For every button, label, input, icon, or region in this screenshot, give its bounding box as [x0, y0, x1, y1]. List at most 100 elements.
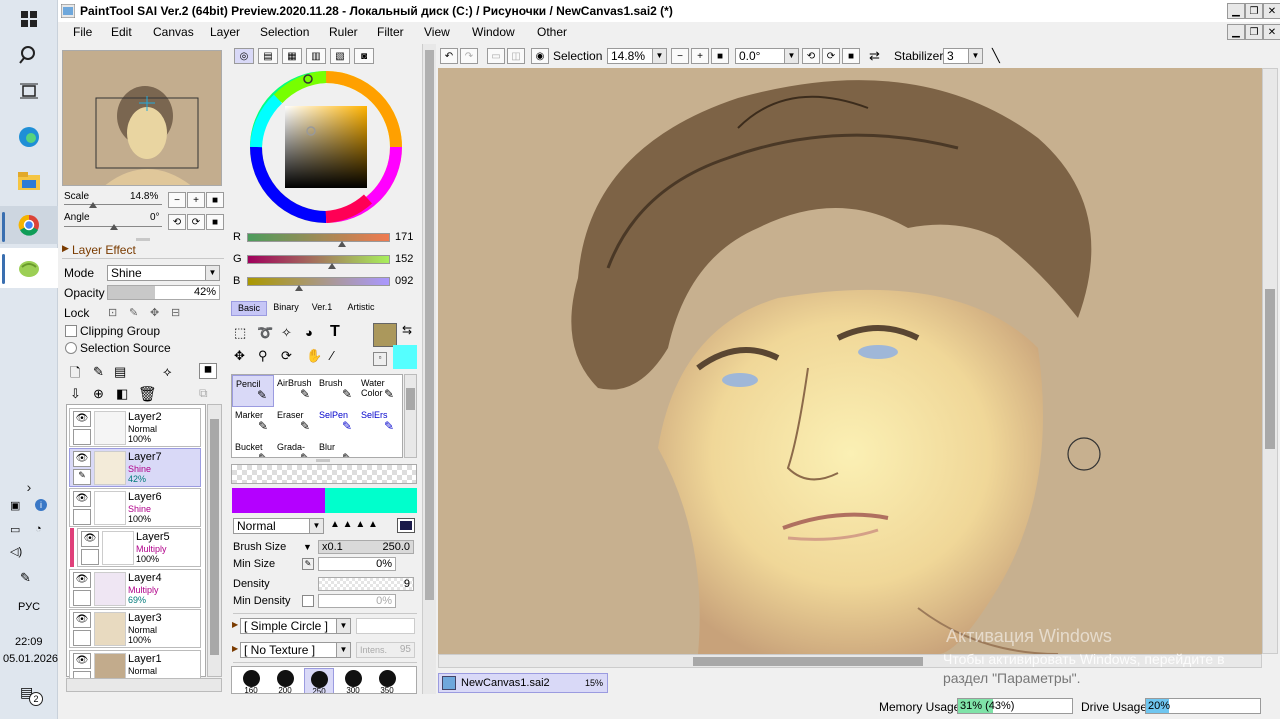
tool-selpen[interactable]: SelPen ✎ — [316, 407, 358, 439]
r-slider-thumb[interactable] — [338, 241, 346, 247]
zoom-reset-icon[interactable]: ■ — [711, 48, 729, 64]
lasso-icon[interactable]: ➰ — [257, 325, 273, 341]
tool-selers[interactable]: SelErs ✎ — [358, 407, 400, 439]
menu-window[interactable]: Window — [472, 25, 515, 39]
pencil-icon[interactable]: ✎ — [73, 469, 91, 485]
menu-canvas[interactable]: Canvas — [153, 25, 194, 39]
pressure-density-checkbox[interactable] — [302, 595, 314, 607]
menu-ruler[interactable]: Ruler — [329, 25, 358, 39]
undo-icon[interactable]: ↶ — [440, 48, 458, 64]
palette-swatch-teal[interactable] — [325, 488, 417, 513]
select-layer-icon[interactable]: ◕ — [305, 325, 313, 340]
panel-scroll-thumb[interactable] — [425, 50, 434, 600]
blend-mode-combo[interactable]: Shine ▼ — [107, 265, 220, 281]
layer-lock-slot[interactable] — [81, 549, 99, 565]
eye-icon[interactable]: 👁 — [73, 411, 91, 427]
tool-grada-[interactable]: Grada- ✎ — [274, 439, 316, 457]
min-density-slider[interactable]: 0% — [318, 594, 396, 608]
palette-tab-icon[interactable]: ◙ — [354, 48, 374, 64]
new-linework-layer-icon[interactable]: ✎ — [93, 364, 104, 380]
swatches-tab-icon[interactable]: ▥ — [306, 48, 326, 64]
edge-browser-icon[interactable] — [14, 122, 44, 152]
tool-marker[interactable]: Marker ✎ — [232, 407, 274, 439]
tab-artistic[interactable]: Artistic — [340, 301, 382, 316]
move-tool-icon[interactable]: ✥ — [234, 348, 245, 364]
canvas-hscroll-thumb[interactable] — [693, 657, 923, 666]
apply-mask-icon[interactable]: ⧉ — [199, 386, 208, 401]
tool-airbrush[interactable]: AirBrush ✎ — [274, 375, 316, 407]
file-explorer-icon[interactable] — [14, 166, 44, 196]
tool-pencil[interactable]: Pencil ✎ — [232, 375, 274, 407]
min-size-slider[interactable]: 0% — [318, 557, 396, 571]
brush-shape-arrow-icon[interactable]: ▶ — [232, 620, 238, 629]
menu-view[interactable]: View — [424, 25, 450, 39]
language-indicator[interactable]: РУС — [18, 601, 40, 613]
scratch-swatches[interactable] — [231, 464, 417, 484]
rotate-reset-icon[interactable]: ■ — [206, 214, 224, 230]
new-folder-icon[interactable]: ▤ — [114, 364, 126, 380]
canvas-vscroll-thumb[interactable] — [1265, 289, 1275, 449]
rotate-tool-icon[interactable]: ⟳ — [281, 348, 292, 364]
rotate-ccw-icon[interactable]: ⟲ — [168, 214, 186, 230]
rotation-combo[interactable]: 0.0° ▼ — [735, 48, 799, 64]
menu-other[interactable]: Other — [537, 25, 567, 39]
painttool-sai-icon[interactable] — [0, 248, 58, 288]
brush-size-dropdown-icon[interactable]: ▼ — [303, 542, 312, 552]
layer-lock-slot[interactable] — [73, 630, 91, 646]
canvas-tab[interactable]: NewCanvas1.sai2 15% — [438, 673, 608, 693]
texture-intensity[interactable]: Intens. 95 — [356, 642, 415, 658]
rect-select-icon[interactable]: ⬚ — [234, 325, 246, 341]
zoom-out-icon[interactable]: − — [671, 48, 689, 64]
brush-size-slider[interactable]: x0.1 250.0 — [318, 540, 414, 554]
tab-binary[interactable]: Binary — [268, 301, 304, 316]
close-button[interactable]: ✕ — [1263, 3, 1280, 19]
clipping-group-checkbox[interactable] — [65, 325, 77, 337]
layer-lock-slot[interactable] — [73, 509, 91, 525]
eye-icon[interactable]: 👁 — [73, 653, 91, 669]
eye-icon[interactable]: 👁 — [73, 612, 91, 628]
g-slider[interactable] — [247, 255, 390, 264]
layer-row[interactable]: 👁 Layer3 Normal 100% — [69, 609, 201, 648]
mdi-restore-button[interactable]: ❐ — [1245, 24, 1263, 40]
eye-icon[interactable]: 👁 — [73, 451, 91, 467]
rotate-cw-icon[interactable]: ⟳ — [822, 48, 840, 64]
wifi-icon[interactable]: ◔ — [35, 523, 42, 535]
info-icon[interactable]: i — [35, 499, 47, 511]
rgb-slider-tab-icon[interactable]: ▤ — [258, 48, 278, 64]
palette-swatch-violet[interactable] — [232, 488, 325, 513]
color-wheel-tab-icon[interactable]: ◎ — [234, 48, 254, 64]
menu-layer[interactable]: Layer — [210, 25, 240, 39]
minimize-button[interactable]: ▁ — [1227, 3, 1245, 19]
search-icon[interactable] — [14, 40, 44, 70]
line-tool-icon[interactable]: ╲ — [992, 48, 1000, 64]
transparent-color-icon[interactable]: ▫ — [373, 352, 387, 366]
clear-layer-icon[interactable]: ◧ — [116, 386, 128, 402]
mdi-close-button[interactable]: ✕ — [1263, 24, 1280, 40]
tool-water-color[interactable]: Water Color ✎ — [358, 375, 400, 407]
scratchpad-tab-icon[interactable]: ▧ — [330, 48, 350, 64]
texture-arrow-icon[interactable]: ▶ — [232, 644, 238, 653]
panel-scrollbar[interactable] — [422, 44, 436, 694]
zoom-combo[interactable]: 14.8% ▼ — [607, 48, 667, 64]
lock-all-icon[interactable]: ⊟ — [171, 306, 180, 319]
camera-icon[interactable]: ▣ — [10, 499, 20, 512]
layer-row[interactable]: 👁 Layer4 Multiply 69% — [69, 569, 201, 608]
primary-color-swatch[interactable] — [373, 323, 397, 347]
layer-effect-title[interactable]: Layer Effect — [72, 243, 136, 257]
pen-input-icon[interactable]: ✎ — [20, 570, 31, 586]
clock-time[interactable]: 22:09 — [15, 636, 43, 648]
layer-scroll-thumb[interactable] — [210, 419, 219, 655]
zoom-out-icon[interactable]: − — [168, 192, 186, 208]
brush-size-preset[interactable]: 250 — [304, 668, 334, 693]
chrome-icon[interactable] — [0, 206, 58, 244]
zoom-tool-icon[interactable]: ⚲ — [258, 348, 268, 364]
eye-icon[interactable]: 👁 — [73, 572, 91, 588]
selection-eye-icon[interactable]: ◉ — [531, 48, 549, 64]
layer-horizontal-scrollbar[interactable] — [66, 678, 222, 692]
flip-horizontal-icon[interactable]: ⇄ — [869, 48, 880, 64]
transfer-down-icon[interactable]: ⇩ — [70, 386, 81, 402]
redo-icon[interactable]: ↷ — [460, 48, 478, 64]
scale-slider-thumb[interactable] — [89, 202, 97, 208]
texture-combo[interactable]: [ No Texture ] ▼ — [240, 642, 351, 658]
brush-shape-strength[interactable] — [356, 618, 415, 634]
